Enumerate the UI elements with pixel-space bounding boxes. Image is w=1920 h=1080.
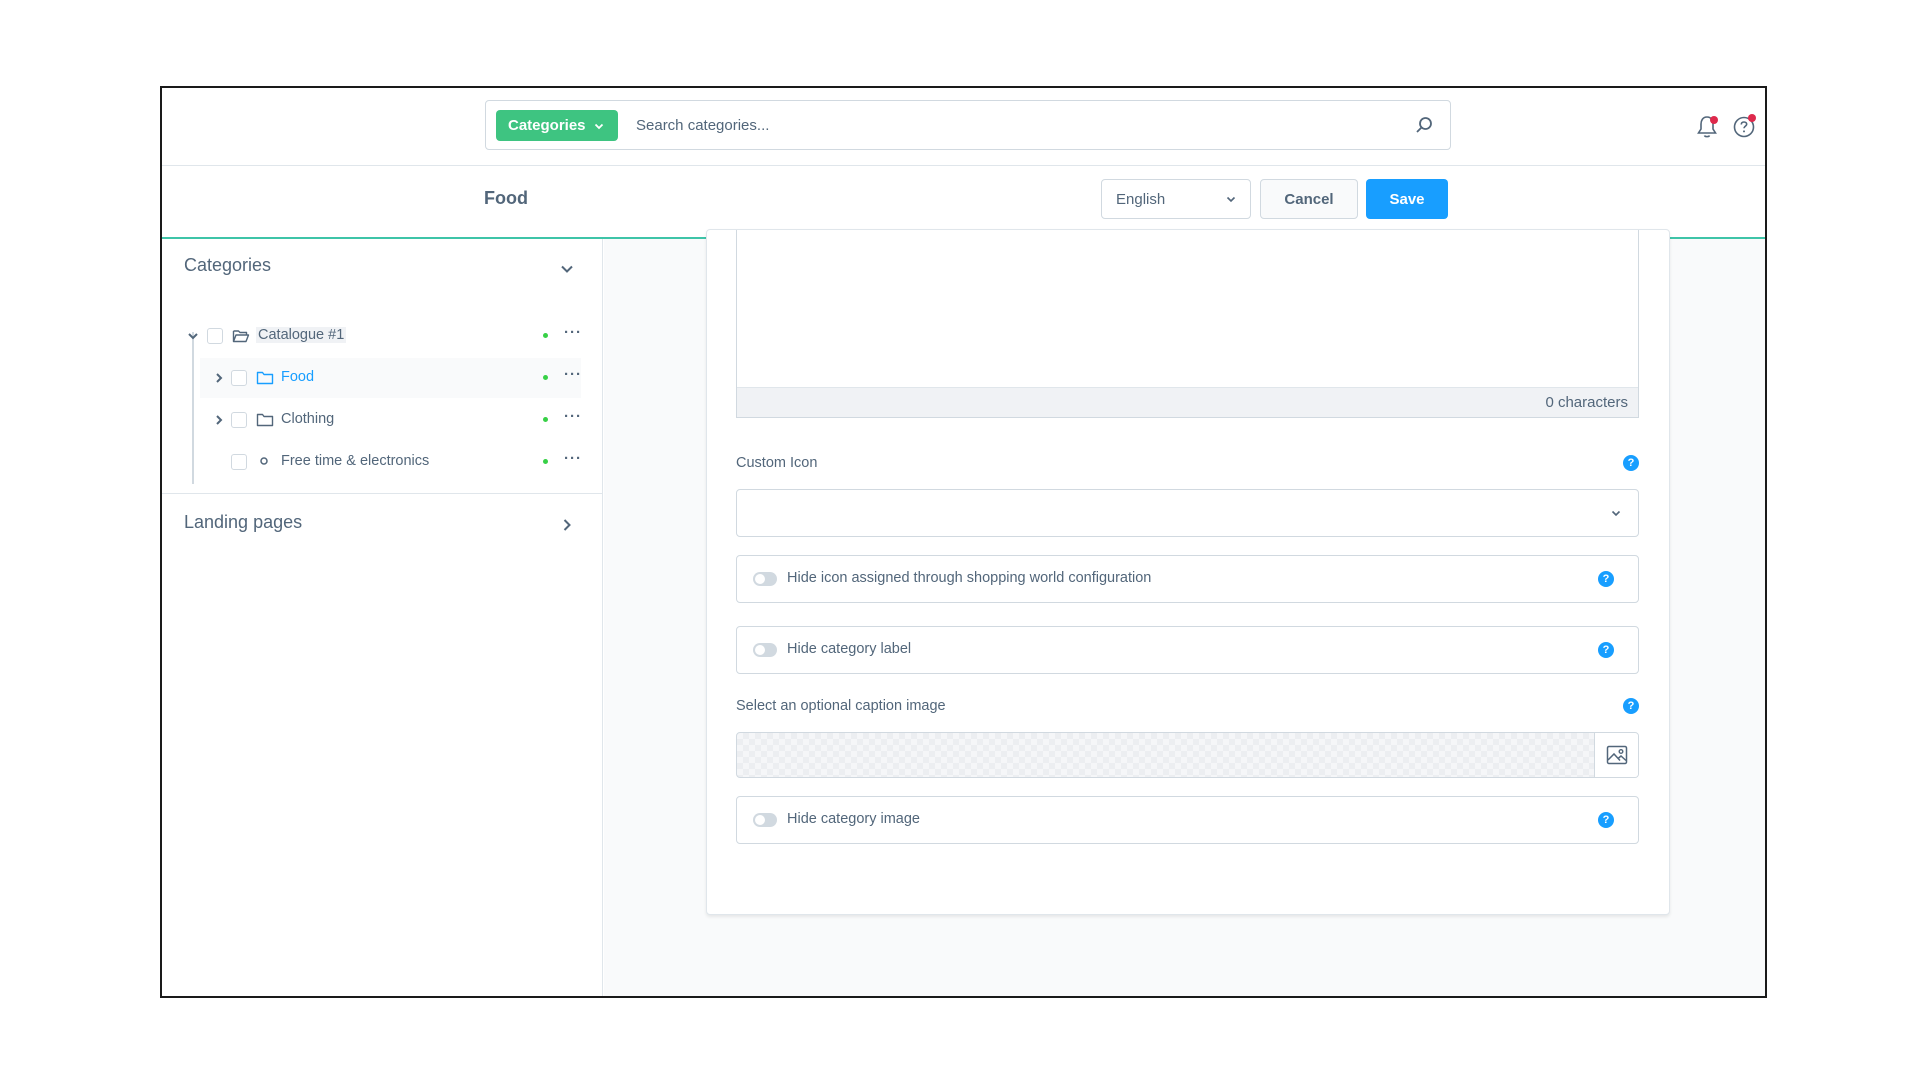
context-menu-button[interactable]: ··· [564, 324, 582, 341]
folder-icon [256, 413, 274, 427]
search-type-label: Categories [508, 117, 586, 134]
search-type-dropdown[interactable]: Categories [496, 110, 618, 141]
custom-icon-label: Custom Icon [736, 455, 818, 471]
tree-item-label: Free time & electronics [281, 453, 430, 469]
active-status-dot [543, 417, 548, 422]
categories-heading[interactable]: Categories [184, 255, 271, 276]
tree-checkbox[interactable] [231, 454, 247, 470]
tree-checkbox[interactable] [231, 412, 247, 428]
category-sidebar: Categories Catalogue #1 ··· Food ··· Clo… [162, 239, 603, 996]
image-icon [1606, 745, 1627, 765]
chevron-down-icon[interactable] [559, 261, 575, 277]
hide-label-field: Hide category label ? [736, 626, 1639, 674]
help-icon[interactable]: ? [1598, 812, 1614, 828]
hide-image-toggle[interactable] [753, 813, 777, 827]
context-menu-button[interactable]: ··· [564, 408, 582, 425]
notifications-button[interactable] [1695, 114, 1721, 140]
hide-icon-toggle[interactable] [753, 572, 777, 586]
folder-icon [256, 371, 274, 385]
app-window: Categories Food English Cancel Save Cate… [160, 86, 1767, 998]
tree-item-label: Food [281, 369, 315, 385]
search-input[interactable] [636, 110, 1396, 141]
hide-image-label: Hide category image [787, 811, 920, 827]
chevron-down-icon [594, 123, 603, 129]
tree-item-clothing[interactable]: Clothing ··· [200, 400, 581, 440]
detail-content: 0 characters Custom Icon ? Hide icon ass… [604, 229, 1765, 996]
tree-item-free-time-electronics[interactable]: Free time & electronics ··· [200, 442, 581, 482]
tree-item-catalogue[interactable]: Catalogue #1 ··· [184, 316, 581, 356]
help-icon[interactable]: ? [1598, 642, 1614, 658]
help-icon[interactable]: ? [1623, 698, 1639, 714]
landing-pages-heading[interactable]: Landing pages [184, 512, 302, 533]
caption-image-label: Select an optional caption image [736, 698, 946, 714]
folder-open-icon [232, 330, 250, 343]
tree-checkbox[interactable] [207, 328, 223, 344]
caption-image-field[interactable] [736, 732, 1639, 778]
help-center-button[interactable] [1732, 114, 1758, 140]
category-settings-card: 0 characters Custom Icon ? Hide icon ass… [706, 229, 1670, 915]
leaf-node-icon [260, 457, 268, 465]
tree-item-food[interactable]: Food ··· [200, 358, 581, 398]
sidebar-divider [162, 493, 602, 494]
custom-icon-select[interactable] [736, 489, 1639, 537]
notification-dot [1710, 116, 1718, 124]
language-switch[interactable]: English [1101, 179, 1251, 219]
chevron-down-icon[interactable] [187, 330, 199, 342]
context-menu-button[interactable]: ··· [564, 366, 582, 383]
search-icon[interactable] [1414, 115, 1434, 135]
chevron-right-icon[interactable] [559, 517, 575, 533]
description-editor[interactable]: 0 characters [736, 230, 1639, 418]
tree-item-label: Catalogue #1 [256, 327, 347, 343]
hide-label-label: Hide category label [787, 641, 912, 657]
help-notification-dot [1748, 114, 1756, 122]
active-status-dot [543, 333, 548, 338]
active-status-dot [543, 375, 548, 380]
chevron-right-icon[interactable] [213, 414, 225, 426]
active-status-dot [543, 459, 548, 464]
hide-image-field: Hide category image ? [736, 796, 1639, 844]
chevron-down-icon [1611, 510, 1621, 517]
hide-icon-field: Hide icon assigned through shopping worl… [736, 555, 1639, 603]
save-button[interactable]: Save [1366, 179, 1448, 219]
tree-checkbox[interactable] [231, 370, 247, 386]
cancel-button[interactable]: Cancel [1260, 179, 1358, 219]
tree-item-label: Clothing [281, 411, 335, 427]
hide-label-toggle[interactable] [753, 643, 777, 657]
context-menu-button[interactable]: ··· [564, 450, 582, 467]
help-icon[interactable]: ? [1598, 571, 1614, 587]
image-select-button[interactable] [1594, 733, 1638, 777]
help-icon[interactable]: ? [1623, 455, 1639, 471]
chevron-down-icon [1226, 196, 1236, 203]
chevron-right-icon[interactable] [213, 372, 225, 384]
global-search: Categories [485, 100, 1451, 150]
language-value: English [1116, 190, 1166, 208]
character-counter: 0 characters [737, 387, 1638, 417]
page-title: Food [484, 188, 528, 208]
top-search-bar: Categories [162, 88, 1765, 166]
hide-icon-label: Hide icon assigned through shopping worl… [787, 570, 1152, 586]
